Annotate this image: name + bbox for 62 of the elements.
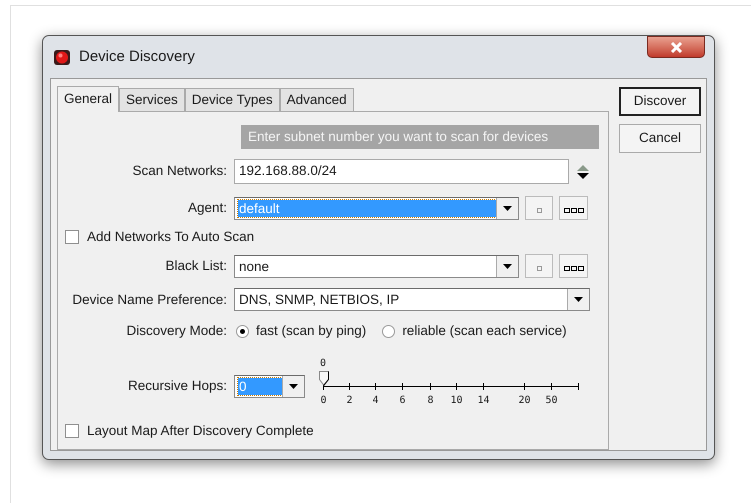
radio-button[interactable] (382, 324, 396, 338)
field-label: Recursive Hops: (128, 377, 227, 396)
checkbox[interactable] (65, 230, 79, 244)
spin-arrows-icon (577, 164, 589, 178)
small-button[interactable] (525, 196, 553, 220)
tick-label: 10 (450, 394, 463, 408)
dialog-button[interactable]: Discover (619, 87, 701, 116)
square-icon (536, 208, 542, 213)
field-label: Discovery Mode: (126, 322, 227, 340)
radio-button[interactable] (236, 324, 249, 338)
checkbox[interactable] (65, 424, 79, 438)
checkbox-label: Layout Map After Discovery Complete (87, 422, 314, 440)
tick-label: 2 (346, 394, 353, 408)
tick-label: 4 (372, 394, 379, 408)
close-button[interactable] (647, 36, 705, 58)
close-icon (670, 42, 682, 52)
tab[interactable]: Device Types (184, 88, 280, 111)
dropdown-arrow-icon (289, 384, 298, 389)
dots-icon (564, 208, 584, 213)
dropdown-arrow-icon (503, 206, 512, 210)
window-title: Device Discovery (79, 46, 195, 67)
browse-button[interactable] (559, 254, 588, 278)
field-label: Device Name Preference: (72, 290, 227, 309)
tick-label: 8 (427, 394, 434, 408)
field-value: default (238, 200, 496, 216)
slider-value: 0 (320, 356, 326, 370)
field-label: Agent: (188, 198, 227, 217)
dropdown-button[interactable] (496, 256, 518, 277)
tab[interactable]: General (57, 86, 120, 112)
radio-label: reliable (scan each service) (402, 322, 567, 340)
dropdown-arrow-icon (574, 297, 583, 302)
app-icon (53, 48, 71, 66)
field-value: DNS, SNMP, NETBIOS, IP (238, 291, 400, 308)
tick-label: 50 (545, 394, 558, 408)
tick-label: 6 (399, 394, 406, 408)
hops-slider[interactable]: 0 0 2 4 6 8 10 14 20 50 (319, 356, 584, 418)
dropdown-field[interactable]: none (234, 254, 519, 278)
tab[interactable]: Services (119, 88, 185, 111)
field-label: Black List: (165, 257, 227, 276)
field-value: none (238, 258, 270, 275)
dots-icon (564, 266, 584, 272)
tick-label: 14 (477, 394, 490, 408)
field-value: 0 (238, 378, 282, 395)
tick-label: 20 (518, 394, 531, 408)
radio-label: fast (scan by ping) (256, 322, 366, 340)
hint-banner: Enter subnet number you want to scan for devices (241, 125, 599, 149)
field-label: Scan Networks: (132, 162, 227, 180)
field-value: 192.168.88.0/24 (239, 162, 337, 180)
tick-label: 0 (320, 394, 327, 408)
browse-button[interactable] (559, 196, 588, 220)
square-icon (536, 266, 542, 272)
dropdown-field[interactable]: DNS, SNMP, NETBIOS, IP (234, 288, 590, 312)
dropdown-arrow-icon (503, 264, 512, 269)
small-button[interactable] (525, 254, 553, 278)
dropdown-button[interactable] (567, 289, 589, 310)
checkbox-label: Add Networks To Auto Scan (87, 228, 254, 246)
slider-thumb[interactable] (319, 370, 329, 386)
text-field[interactable]: 192.168.88.0/24 (234, 159, 569, 184)
dropdown-button[interactable] (282, 376, 304, 397)
dropdown-button[interactable] (496, 198, 518, 218)
tab[interactable]: Advanced (280, 88, 354, 111)
dialog-button[interactable]: Cancel (619, 124, 701, 153)
